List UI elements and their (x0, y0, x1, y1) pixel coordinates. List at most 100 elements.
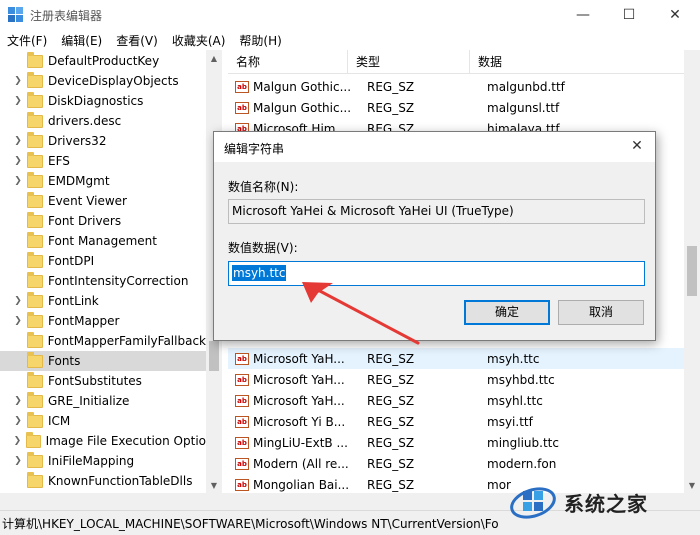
tree-item-label: Drivers32 (48, 134, 107, 148)
tree-item[interactable]: FontIntensityCorrection (0, 271, 206, 291)
edit-string-dialog: 编辑字符串 ✕ 数值名称(N): Microsoft YaHei & Micro… (213, 131, 656, 341)
chevron-right-icon[interactable]: ❯ (12, 316, 24, 326)
window-title: 注册表编辑器 (30, 8, 103, 23)
tree-item[interactable]: FontSubstitutes (0, 371, 206, 391)
tree-item-label: FontMapper (48, 314, 120, 328)
tree-item[interactable]: ❯ DeviceDisplayObjects (0, 71, 206, 91)
column-name[interactable]: 名称 (228, 50, 348, 73)
cell-name: Malgun Gothic... (253, 100, 352, 115)
tree-item[interactable]: ❯ EFS (0, 151, 206, 171)
registry-path: 计算机\HKEY_LOCAL_MACHINE\SOFTWARE\Microsof… (2, 516, 499, 531)
cell-data: malgunbd.ttf (487, 79, 565, 94)
maximize-button[interactable]: ☐ (606, 0, 652, 30)
tree-item[interactable]: Font Drivers (0, 211, 206, 231)
chevron-right-icon[interactable]: ❯ (12, 136, 24, 146)
tree-item-label: GRE_Initialize (48, 394, 130, 408)
value-name-label: 数值名称(N): (228, 180, 299, 194)
tree-item-label: DeviceDisplayObjects (48, 74, 179, 88)
watermark: 系统之家 (508, 476, 698, 528)
close-icon[interactable]: ✕ (625, 138, 649, 156)
string-value-icon: ab (235, 80, 249, 93)
tree-item[interactable]: drivers.desc (0, 111, 206, 131)
registry-tree[interactable]: DefaultProductKey ❯ DeviceDisplayObjects ❯ D… (0, 50, 222, 493)
tree-item[interactable]: KnownFunctionTableDlls (0, 471, 206, 491)
ok-button[interactable]: 确定 (464, 300, 550, 325)
list-header: 名称 类型 数据 (228, 50, 684, 74)
string-value-icon: ab (235, 101, 249, 114)
tree-item-label: DefaultProductKey (48, 54, 160, 68)
tree-item-label: Font Management (48, 234, 157, 248)
tree-item[interactable]: ❯ EMDMgmt (0, 171, 206, 191)
chevron-right-icon[interactable]: ❯ (12, 416, 24, 426)
list-row[interactable]: ab Malgun Gothic... REG_SZ malgunsl.ttf (228, 97, 684, 118)
watermark-text: 系统之家 (564, 491, 648, 516)
cell-type: REG_SZ (367, 414, 415, 429)
menu-help[interactable]: 帮助(H) (232, 32, 288, 49)
list-row[interactable]: ab Microsoft Yi B... REG_SZ msyi.ttf (228, 411, 684, 432)
value-data-input[interactable]: msyh.ttc (228, 261, 645, 286)
cancel-button[interactable]: 取消 (558, 300, 644, 325)
cell-name: Modern (All re... (253, 456, 349, 471)
list-row[interactable]: ab Microsoft YaH... REG_SZ msyh.ttc (228, 348, 684, 369)
menu-bar: 文件(F) 编辑(E) 查看(V) 收藏夹(A) 帮助(H) (0, 30, 700, 50)
folder-icon (27, 71, 43, 88)
chevron-right-icon[interactable]: ❯ (12, 156, 24, 166)
tree-item[interactable]: ❯ Image File Execution Optio (0, 431, 206, 451)
tree-item[interactable]: ❯ GRE_Initialize (0, 391, 206, 411)
list-row[interactable]: ab Malgun Gothic... REG_SZ malgunbd.ttf (228, 76, 684, 97)
tree-item-label: DiskDiagnostics (48, 94, 144, 108)
chevron-up-icon[interactable]: ▲ (206, 50, 222, 66)
tree-item[interactable]: ❯ IniFileMapping (0, 451, 206, 471)
column-type[interactable]: 类型 (348, 50, 470, 73)
tree-item-label: EFS (48, 154, 70, 168)
chevron-down-icon[interactable]: ▼ (206, 477, 222, 493)
tree-item[interactable]: ❯ ICM (0, 411, 206, 431)
tree-item[interactable]: DefaultProductKey (0, 51, 206, 71)
registry-editor-icon (8, 7, 24, 23)
chevron-right-icon[interactable]: ❯ (12, 296, 24, 306)
cell-name: Microsoft YaH... (253, 393, 345, 408)
chevron-right-icon[interactable]: ❯ (12, 76, 24, 86)
string-value-icon: ab (235, 415, 249, 428)
column-data[interactable]: 数据 (470, 50, 684, 73)
tree-item[interactable]: ❯ FontMapper (0, 311, 206, 331)
tree-item-label: FontMapperFamilyFallback (47, 334, 206, 348)
tree-item[interactable]: Event Viewer (0, 191, 206, 211)
menu-edit[interactable]: 编辑(E) (54, 32, 109, 49)
menu-favorites[interactable]: 收藏夹(A) (165, 32, 233, 49)
chevron-right-icon[interactable]: ❯ (12, 396, 24, 406)
list-row[interactable]: ab MingLiU-ExtB ... REG_SZ mingliub.ttc (228, 432, 684, 453)
chevron-right-icon[interactable]: ❯ (12, 96, 24, 106)
string-value-icon: ab (235, 352, 249, 365)
tree-item[interactable]: ❯ FontLink (0, 291, 206, 311)
cell-data: msyi.ttf (487, 414, 533, 429)
tree-item[interactable]: FontDPI (0, 251, 206, 271)
value-data-label: 数值数据(V): (228, 241, 298, 255)
watermark-logo-icon (508, 479, 558, 525)
tree-item[interactable]: Fonts (0, 351, 206, 371)
list-row[interactable]: ab Modern (All re... REG_SZ modern.fon (228, 453, 684, 474)
string-value-icon: ab (235, 394, 249, 407)
menu-view[interactable]: 查看(V) (109, 32, 165, 49)
chevron-right-icon[interactable]: ❯ (12, 176, 24, 186)
close-button[interactable]: ✕ (652, 0, 698, 30)
chevron-right-icon[interactable]: ❯ (12, 436, 23, 446)
cell-type: REG_SZ (367, 477, 415, 492)
list-scroll-thumb[interactable] (687, 246, 697, 296)
tree-item[interactable]: FontMapperFamilyFallback (0, 331, 206, 351)
tree-item-label: KnownFunctionTableDlls (48, 474, 193, 488)
string-value-icon: ab (235, 373, 249, 386)
tree-item[interactable]: Font Management (0, 231, 206, 251)
minimize-button[interactable]: — (560, 0, 606, 30)
tree-scroll-thumb[interactable] (209, 341, 219, 371)
chevron-right-icon[interactable]: ❯ (12, 456, 24, 466)
list-scrollbar[interactable]: ▼ (684, 50, 700, 493)
folder-icon (27, 191, 43, 208)
string-value-icon: ab (235, 457, 249, 470)
list-row[interactable]: ab Microsoft YaH... REG_SZ msyhl.ttc (228, 390, 684, 411)
menu-file[interactable]: 文件(F) (0, 32, 54, 49)
list-row[interactable]: ab Microsoft YaH... REG_SZ msyhbd.ttc (228, 369, 684, 390)
tree-item[interactable]: ❯ DiskDiagnostics (0, 91, 206, 111)
cell-name: Microsoft YaH... (253, 351, 345, 366)
tree-item[interactable]: ❯ Drivers32 (0, 131, 206, 151)
